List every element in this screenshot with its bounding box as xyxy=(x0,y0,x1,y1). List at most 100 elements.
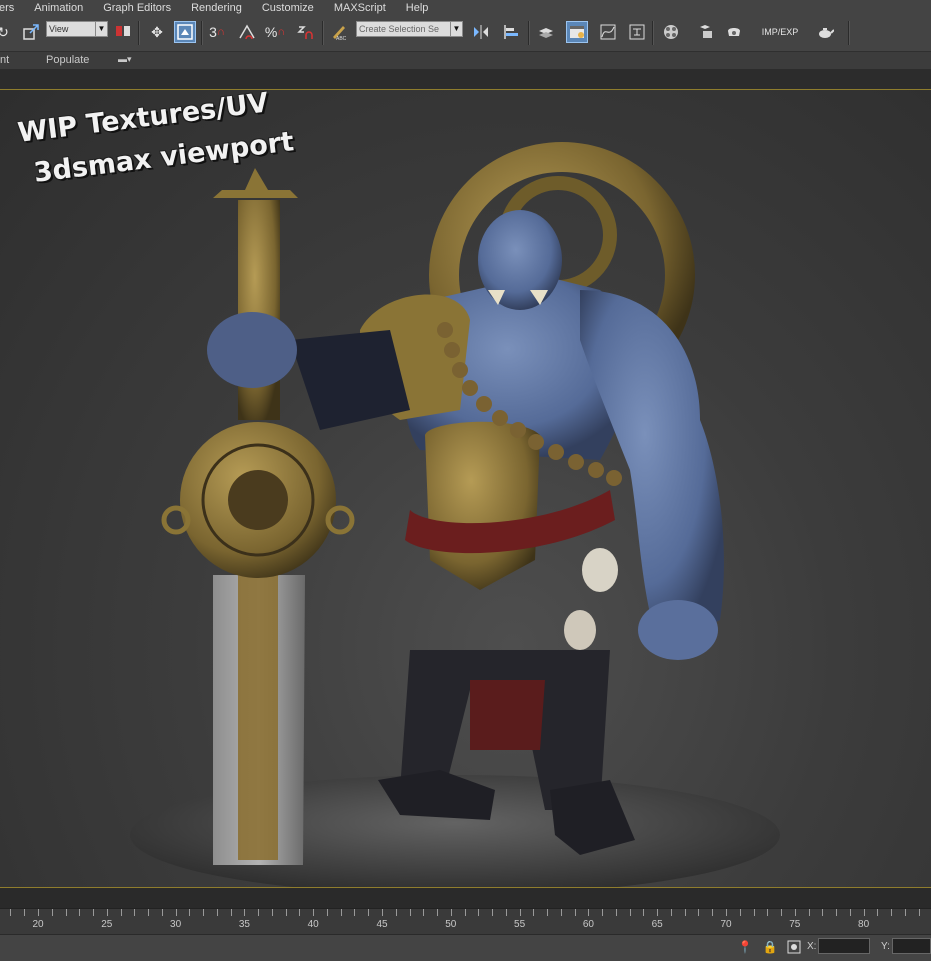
named-selection-set-dropdown[interactable]: Create Selection Se ▼ xyxy=(356,21,463,37)
track-bar-tick xyxy=(341,909,342,916)
chevron-down-icon: ▼ xyxy=(95,22,107,36)
percent-snap-label: % xyxy=(264,24,278,40)
track-bar-tick xyxy=(107,909,108,916)
track-bar-tick xyxy=(685,909,686,916)
percent-snap-icon[interactable]: % ∩ xyxy=(264,21,286,43)
track-bar-tick xyxy=(588,909,589,916)
track-bar-tick xyxy=(726,909,727,916)
ribbon-options-icon[interactable]: ▬▾ xyxy=(118,54,132,65)
y-coordinate-field[interactable] xyxy=(892,938,931,954)
sword-pommel-cap xyxy=(213,190,298,198)
menu-bar: ers Animation Graph Editors Rendering Cu… xyxy=(0,0,931,15)
edit-named-selection-icon[interactable]: ABC xyxy=(328,21,350,43)
track-bar-frame-label: 80 xyxy=(858,919,870,930)
left-fist xyxy=(207,312,297,388)
absolute-mode-icon[interactable] xyxy=(786,939,802,955)
track-bar-tick xyxy=(547,909,548,916)
track-bar-frame-label: 65 xyxy=(651,919,663,930)
sword-gold-inlay xyxy=(238,575,278,860)
track-bar-tick xyxy=(396,909,397,916)
x-coordinate-field[interactable] xyxy=(818,938,870,954)
track-bar-frame-label: 60 xyxy=(582,919,594,930)
track-bar-tick xyxy=(630,909,631,916)
track-bar-tick xyxy=(919,909,920,916)
track-bar-tick xyxy=(781,909,782,916)
track-bar-tick xyxy=(148,909,149,916)
track-bar-tick xyxy=(671,909,672,916)
right-fist xyxy=(638,600,718,660)
scene-explorer-icon[interactable] xyxy=(566,21,588,43)
pivot-center-icon[interactable] xyxy=(112,21,134,43)
curve-editor-icon[interactable] xyxy=(597,21,619,43)
track-bar-tick xyxy=(189,909,190,916)
track-bar-tick xyxy=(258,909,259,916)
track-bar[interactable]: 20 25 30 35 40 45 50 55 60 65 70 75 80 xyxy=(0,908,931,935)
head xyxy=(478,210,562,310)
hanging-skull xyxy=(582,548,618,592)
angle-snap-icon[interactable] xyxy=(236,21,258,43)
toolbar-separator xyxy=(322,21,324,45)
menu-item-customize[interactable]: Customize xyxy=(252,2,324,14)
snaps-toggle-icon[interactable]: 3 ∩ xyxy=(206,21,228,43)
spinner-snap-icon[interactable] xyxy=(294,21,316,43)
track-bar-frame-label: 20 xyxy=(32,919,44,930)
menu-item-graph-editors[interactable]: Graph Editors xyxy=(93,2,181,14)
track-bar-tick xyxy=(905,909,906,916)
material-editor-icon[interactable] xyxy=(660,21,682,43)
track-bar-tick xyxy=(231,909,232,916)
track-bar-tick xyxy=(754,909,755,916)
track-bar-tick xyxy=(327,909,328,916)
main-toolbar: ↻ View ▼ ✥ 3 ∩ % ∩ ABC Create Selection Se… xyxy=(0,15,931,52)
status-bar: 📍 🔒 X: Y: xyxy=(0,934,931,961)
schematic-view-icon[interactable] xyxy=(626,21,648,43)
import-export-button[interactable]: IMP/EXP xyxy=(760,21,800,43)
track-bar-tick xyxy=(712,909,713,916)
track-bar-tick xyxy=(79,909,80,916)
keyboard-shortcut-override-icon[interactable] xyxy=(174,21,196,43)
track-bar-frame-label: 25 xyxy=(101,919,113,930)
hanging-skull xyxy=(564,610,596,650)
render-setup-icon[interactable] xyxy=(694,21,716,43)
track-bar-tick xyxy=(698,909,699,916)
rotate-icon[interactable]: ↻ xyxy=(0,21,14,43)
x-coordinate-label: X: xyxy=(807,941,817,952)
tab-object-paint[interactable]: nt xyxy=(0,54,9,66)
toolbar-separator xyxy=(848,21,850,45)
track-bar-tick xyxy=(891,909,892,916)
scale-icon[interactable] xyxy=(20,21,42,43)
track-bar-frame-label: 75 xyxy=(789,919,801,930)
track-bar-frame-label: 45 xyxy=(376,919,388,930)
menu-item-rendering[interactable]: Rendering xyxy=(181,2,252,14)
track-bar-frame-label: 50 xyxy=(445,919,457,930)
select-manipulate-icon[interactable]: ✥ xyxy=(146,21,168,43)
named-selection-set-value: Create Selection Se xyxy=(359,24,440,34)
track-bar-tick xyxy=(437,909,438,916)
reference-coordinate-dropdown[interactable]: View ▼ xyxy=(46,21,108,37)
time-slider-track[interactable] xyxy=(0,888,931,908)
track-bar-tick xyxy=(217,909,218,916)
render-frame-window-icon[interactable] xyxy=(723,21,745,43)
isolate-pin-icon[interactable]: 📍 xyxy=(737,939,753,955)
svg-text:ABC: ABC xyxy=(336,36,347,41)
menu-item-containers[interactable]: ers xyxy=(0,2,24,14)
menu-item-help[interactable]: Help xyxy=(396,2,439,14)
tab-populate[interactable]: Populate xyxy=(46,54,89,66)
track-bar-frame-label: 35 xyxy=(238,919,250,930)
track-bar-tick xyxy=(822,909,823,916)
menu-item-maxscript[interactable]: MAXScript xyxy=(324,2,396,14)
track-bar-tick xyxy=(382,909,383,916)
selection-lock-icon[interactable]: 🔒 xyxy=(762,939,778,955)
teapot-render-icon[interactable] xyxy=(814,21,836,43)
layer-manager-icon[interactable] xyxy=(535,21,557,43)
snaps-toggle-label: 3 xyxy=(209,24,217,40)
track-bar-tick xyxy=(52,909,53,916)
menu-item-animation[interactable]: Animation xyxy=(24,2,93,14)
track-bar-tick xyxy=(313,909,314,916)
track-bar-tick xyxy=(66,909,67,916)
mirror-icon[interactable] xyxy=(470,21,492,43)
track-bar-tick xyxy=(272,909,273,916)
perspective-viewport[interactable]: WIP Textures/UV 3dsmax viewport xyxy=(0,89,931,888)
align-icon[interactable] xyxy=(500,21,522,43)
track-bar-tick xyxy=(244,909,245,916)
reference-coordinate-value: View xyxy=(49,24,69,34)
